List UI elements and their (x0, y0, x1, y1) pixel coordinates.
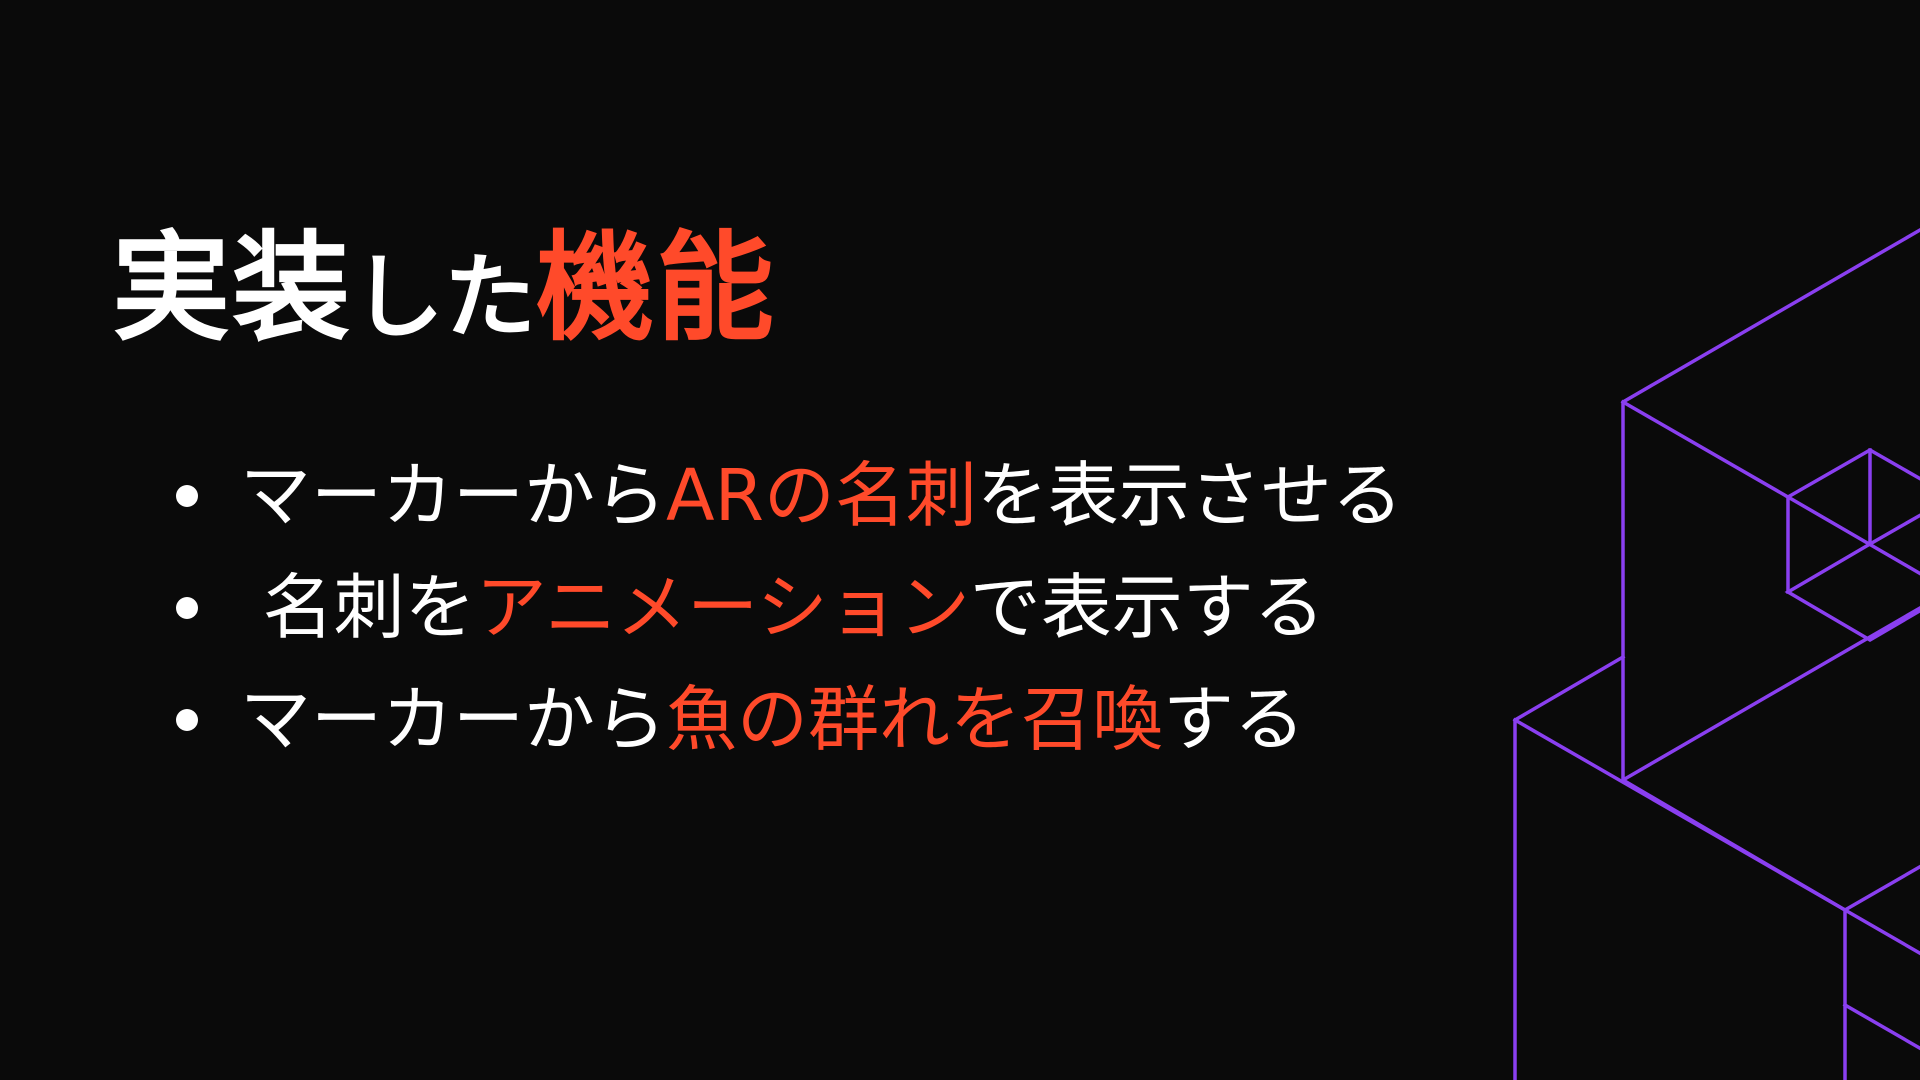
slide: 実装した機能 マーカーからARの名刺を表示させる 名刺をアニメーションで表示する… (0, 0, 1920, 1080)
cube-outline-upper (1621, 227, 1920, 784)
small-cube (1784, 447, 1920, 643)
cube-edge-inner (1620, 399, 1791, 500)
cube-edge-lower (1620, 777, 1848, 913)
cube-edge-lower (1842, 1002, 1920, 1051)
cube-outline-lower (1513, 654, 1626, 1080)
isometric-cubes-decoration (1512, 227, 1920, 1080)
cube-edge-lower (1842, 907, 1920, 956)
cube-edge-lower (1842, 864, 1920, 913)
